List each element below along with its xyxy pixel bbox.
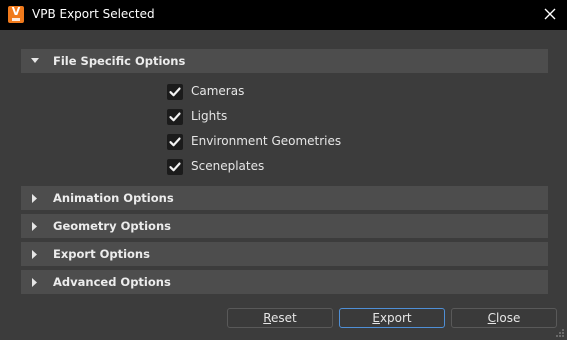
section-label: Advanced Options	[53, 275, 171, 289]
section-label: Animation Options	[53, 191, 174, 205]
section-animation-options[interactable]: Animation Options	[21, 186, 548, 210]
cameras-checkbox[interactable]	[167, 84, 183, 100]
triangle-right-icon	[32, 194, 37, 203]
resize-grip-icon[interactable]	[555, 328, 565, 338]
app-icon-letter: V	[11, 5, 21, 18]
export-dialog: V VPB Export Selected File Specific Opti…	[0, 0, 567, 340]
option-label: Sceneplates	[191, 159, 265, 173]
section-advanced-options[interactable]: Advanced Options	[21, 270, 548, 294]
vred-v-icon: V	[8, 5, 24, 23]
dialog-content: File Specific Options Cameras Lights Env…	[0, 30, 567, 340]
checkmark-icon	[169, 137, 181, 147]
reset-button[interactable]: Reset	[227, 308, 333, 328]
close-button[interactable]: Close	[451, 308, 557, 328]
section-geometry-options[interactable]: Geometry Options	[21, 214, 548, 238]
environment-geometries-checkbox[interactable]	[167, 134, 183, 150]
title-bar[interactable]: V VPB Export Selected	[0, 0, 567, 30]
export-label-rest: xport	[379, 311, 412, 325]
export-mnemonic: E	[372, 311, 380, 325]
option-label: Cameras	[191, 84, 245, 98]
close-icon	[544, 8, 556, 20]
close-label-rest: lose	[496, 311, 521, 325]
section-label: Export Options	[53, 247, 150, 261]
close-window-button[interactable]	[542, 6, 558, 22]
app-icon-bar	[12, 18, 20, 21]
section-file-specific-options[interactable]: File Specific Options	[21, 49, 548, 73]
window-title: VPB Export Selected	[32, 7, 155, 21]
close-mnemonic: C	[487, 311, 497, 325]
section-label: File Specific Options	[53, 54, 186, 68]
triangle-right-icon	[32, 250, 37, 259]
section-export-options[interactable]: Export Options	[21, 242, 548, 266]
reset-mnemonic: R	[263, 311, 272, 325]
section-label: Geometry Options	[53, 219, 171, 233]
reset-label-rest: eset	[271, 311, 297, 325]
triangle-right-icon	[32, 222, 37, 231]
checkmark-icon	[169, 87, 181, 97]
export-button[interactable]: Export	[339, 308, 445, 328]
triangle-down-icon	[31, 58, 39, 63]
checkmark-icon	[169, 112, 181, 122]
option-label: Lights	[191, 109, 228, 123]
option-label: Environment Geometries	[191, 134, 342, 148]
checkmark-icon	[169, 162, 181, 172]
sceneplates-checkbox[interactable]	[167, 159, 183, 175]
triangle-right-icon	[32, 278, 37, 287]
lights-checkbox[interactable]	[167, 109, 183, 125]
